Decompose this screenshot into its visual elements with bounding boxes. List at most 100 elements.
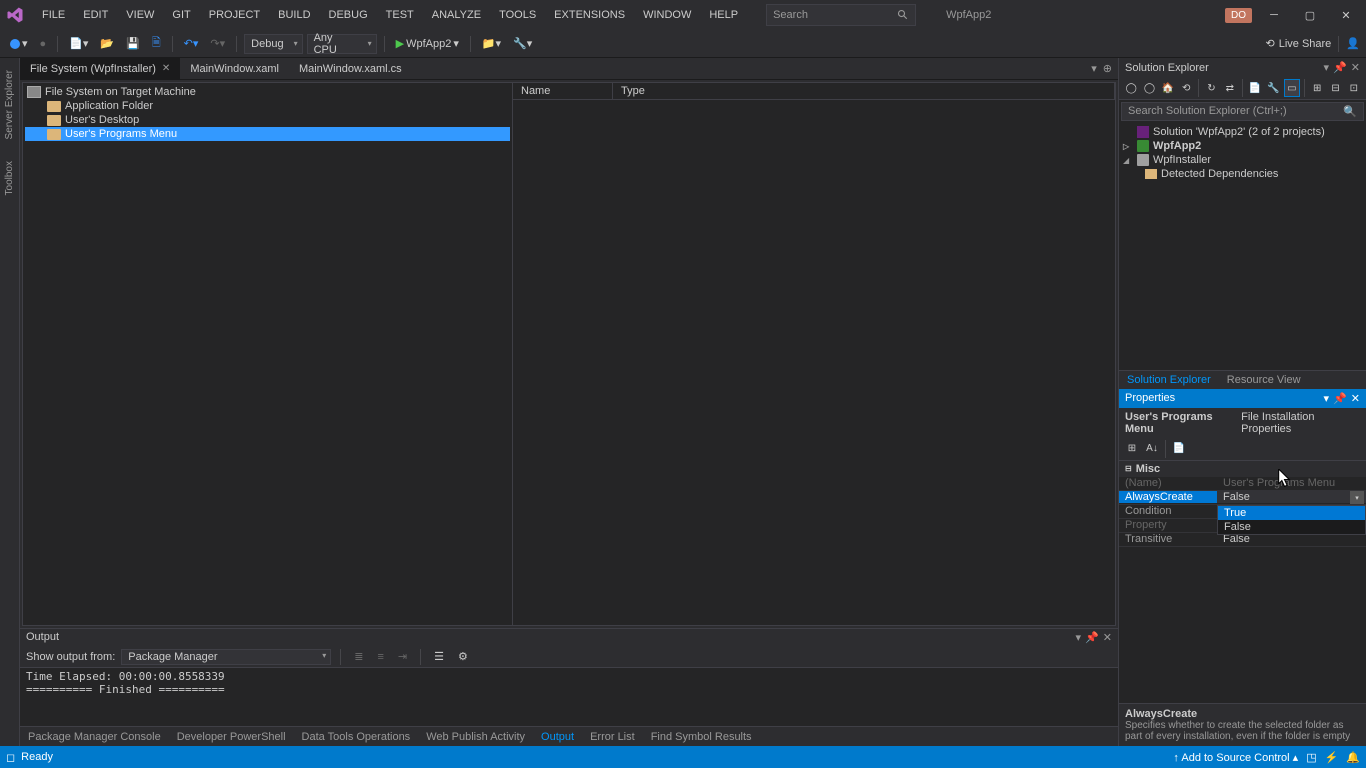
fs-root-node[interactable]: File System on Target Machine: [25, 85, 510, 99]
nav-forward-button[interactable]: ●: [36, 36, 51, 52]
detected-dependencies-node[interactable]: Detected Dependencies: [1121, 167, 1364, 181]
menu-window[interactable]: WINDOW: [635, 5, 699, 25]
open-file-button[interactable]: 📂: [96, 35, 118, 52]
doc-tab[interactable]: File System (WpfInstaller)✕: [20, 58, 180, 79]
side-tab-toolbox[interactable]: Toolbox: [2, 155, 17, 201]
se-tab[interactable]: Solution Explorer: [1119, 371, 1219, 389]
bottom-tab[interactable]: Error List: [582, 729, 643, 745]
menu-project[interactable]: PROJECT: [201, 5, 268, 25]
close-icon[interactable]: ✕: [162, 63, 170, 74]
output-tools-button[interactable]: ⚙: [454, 648, 472, 665]
col-type[interactable]: Type: [613, 83, 1115, 99]
se-pin-icon[interactable]: 📌: [1333, 61, 1347, 74]
props-categorized-button[interactable]: ⊞: [1123, 440, 1141, 458]
se-fwd-button[interactable]: ◯: [1141, 79, 1157, 97]
props-pages-button[interactable]: 📄: [1170, 440, 1188, 458]
search-box[interactable]: Search: [766, 4, 916, 26]
menu-test[interactable]: TEST: [378, 5, 422, 25]
bottom-tab[interactable]: Web Publish Activity: [418, 729, 533, 745]
se-home-button[interactable]: 🏠: [1160, 79, 1176, 97]
menu-build[interactable]: BUILD: [270, 5, 318, 25]
menu-help[interactable]: HELP: [701, 5, 746, 25]
menu-edit[interactable]: EDIT: [75, 5, 116, 25]
menu-tools[interactable]: TOOLS: [491, 5, 544, 25]
output-body[interactable]: Time Elapsed: 00:00:00.8558339 =========…: [20, 668, 1118, 726]
close-window-button[interactable]: ✕: [1332, 5, 1360, 25]
undo-button[interactable]: ↶▾: [180, 35, 203, 52]
output-clear-button[interactable]: ≣: [350, 648, 367, 665]
props-pin-icon[interactable]: 📌: [1333, 392, 1347, 405]
se-sync-button[interactable]: ⟲: [1178, 79, 1194, 97]
se-tab[interactable]: Resource View: [1219, 371, 1309, 389]
project-node-wpfapp2[interactable]: ▷ WpfApp2: [1121, 139, 1364, 153]
bottom-tab[interactable]: Output: [533, 729, 582, 745]
registry-button[interactable]: 🔧▾: [509, 35, 536, 52]
config-combo[interactable]: Debug: [244, 34, 302, 54]
props-close-icon[interactable]: ✕: [1351, 392, 1360, 405]
side-tab-server-explorer[interactable]: Server Explorer: [2, 64, 17, 145]
maximize-button[interactable]: ▢: [1296, 5, 1324, 25]
output-dropdown-icon[interactable]: ▾: [1076, 631, 1082, 644]
solution-node[interactable]: Solution 'WpfApp2' (2 of 2 projects): [1121, 125, 1364, 139]
menu-file[interactable]: FILE: [34, 5, 73, 25]
property-row[interactable]: TransitiveFalse: [1119, 533, 1366, 547]
platform-combo[interactable]: Any CPU: [307, 34, 377, 54]
feedback-icon[interactable]: 👤: [1346, 37, 1360, 50]
property-row[interactable]: (Name)User's Programs Menu: [1119, 477, 1366, 491]
se-view1-button[interactable]: ⊞: [1309, 79, 1325, 97]
project-node-wpfinstaller[interactable]: ◢ WpfInstaller: [1121, 153, 1364, 167]
output-wrap-button[interactable]: ⇥: [394, 648, 411, 665]
fs-folder-node[interactable]: User's Desktop: [25, 113, 510, 127]
output-toggle-button[interactable]: ≡: [374, 649, 388, 665]
bottom-tab[interactable]: Package Manager Console: [20, 729, 169, 745]
se-showall-button[interactable]: 📄: [1247, 79, 1263, 97]
col-name[interactable]: Name: [513, 83, 613, 99]
output-pin-icon[interactable]: 📌: [1085, 631, 1099, 644]
menu-extensions[interactable]: EXTENSIONS: [546, 5, 633, 25]
dropdown-item[interactable]: True: [1218, 506, 1365, 520]
fs-folder-node[interactable]: User's Programs Menu: [25, 127, 510, 141]
se-preview-button[interactable]: ▭: [1284, 79, 1301, 97]
bottom-tab[interactable]: Data Tools Operations: [294, 729, 419, 745]
se-dropdown-icon[interactable]: ▾: [1324, 61, 1330, 74]
minimize-button[interactable]: ─: [1260, 5, 1288, 25]
se-back-button[interactable]: ◯: [1123, 79, 1139, 97]
sb-icon-2[interactable]: 🔔: [1346, 751, 1360, 764]
se-view3-button[interactable]: ⊡: [1346, 79, 1362, 97]
se-view2-button[interactable]: ⊟: [1327, 79, 1343, 97]
new-project-button[interactable]: 📄▾: [65, 35, 92, 52]
source-control-button[interactable]: ↑ Add to Source Control ▴: [1173, 751, 1298, 764]
property-row[interactable]: AlwaysCreateFalse▾: [1119, 491, 1366, 505]
browse-button[interactable]: 📁▾: [478, 35, 505, 52]
dropdown-item[interactable]: False: [1218, 520, 1365, 534]
sb-icon-1[interactable]: ⚡: [1325, 751, 1339, 764]
se-collapse-button[interactable]: ⇄: [1222, 79, 1238, 97]
se-search[interactable]: Search Solution Explorer (Ctrl+;) 🔍: [1121, 102, 1364, 121]
props-category-misc[interactable]: ⊟Misc: [1119, 461, 1366, 477]
se-properties-button[interactable]: 🔧: [1265, 79, 1281, 97]
user-badge[interactable]: DO: [1225, 8, 1252, 23]
redo-button[interactable]: ↷▾: [206, 35, 229, 52]
props-object-header[interactable]: User's Programs Menu File Installation P…: [1119, 408, 1366, 438]
props-alpha-button[interactable]: A↓: [1143, 440, 1161, 458]
se-refresh-button[interactable]: ↻: [1203, 79, 1219, 97]
tab-settings-icon[interactable]: ⊕: [1103, 62, 1112, 75]
props-dropdown-icon[interactable]: ▾: [1324, 392, 1330, 405]
menu-git[interactable]: GIT: [164, 5, 198, 25]
doc-tab[interactable]: MainWindow.xaml.cs: [289, 58, 412, 79]
output-source-combo[interactable]: Package Manager: [121, 649, 331, 665]
tab-overflow-icon[interactable]: ▾: [1091, 62, 1097, 75]
bottom-tab[interactable]: Developer PowerShell: [169, 729, 294, 745]
live-share-button[interactable]: Live Share: [1279, 38, 1332, 50]
se-close-icon[interactable]: ✕: [1351, 61, 1360, 74]
save-button[interactable]: 💾: [122, 35, 144, 52]
bottom-tab[interactable]: Find Symbol Results: [643, 729, 760, 745]
fs-folder-node[interactable]: Application Folder: [25, 99, 510, 113]
start-button[interactable]: ▶ WpfApp2 ▾: [392, 35, 463, 52]
nav-back-button[interactable]: ▾: [6, 35, 32, 52]
menu-debug[interactable]: DEBUG: [321, 5, 376, 25]
doc-tab[interactable]: MainWindow.xaml: [180, 58, 289, 79]
notifications-icon[interactable]: ◳: [1306, 751, 1316, 764]
dropdown-arrow-icon[interactable]: ▾: [1350, 491, 1364, 504]
save-all-button[interactable]: 🗎: [148, 32, 165, 55]
